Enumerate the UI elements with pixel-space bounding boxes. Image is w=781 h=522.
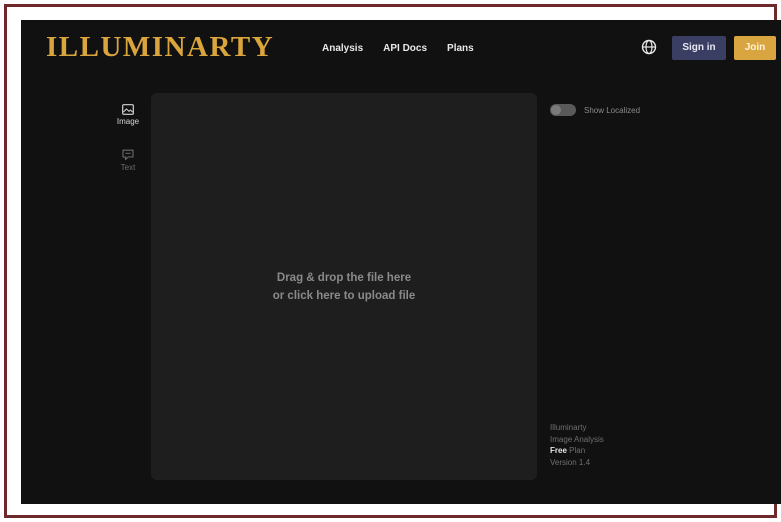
info-plan-name: Free — [550, 446, 567, 455]
app-window: ILLUMINARTY Analysis API Docs Plans Sign… — [21, 20, 781, 504]
join-button[interactable]: Join — [734, 36, 776, 60]
upload-dropzone[interactable]: Drag & drop the file here or click here … — [151, 93, 537, 480]
nav-api-docs[interactable]: API Docs — [383, 43, 427, 54]
app-info: Illuminarty Image Analysis Free Plan Ver… — [550, 422, 604, 468]
upload-line-1: Drag & drop the file here — [276, 272, 412, 284]
show-localized-toggle-row[interactable]: Show Localized — [550, 104, 640, 116]
upload-line-2: or click here to upload file — [272, 290, 416, 302]
show-localized-label: Show Localized — [584, 105, 641, 115]
tool-image[interactable]: Image — [108, 104, 148, 126]
nav-plans[interactable]: Plans — [447, 43, 474, 54]
text-bubble-icon — [122, 149, 134, 161]
show-localized-toggle[interactable] — [550, 104, 576, 116]
tool-image-label: Image — [116, 117, 140, 126]
image-icon — [122, 104, 134, 115]
info-version: Version 1.4 — [550, 457, 591, 467]
upload-message: Drag & drop the file here or click here … — [151, 269, 537, 305]
info-product: Image Analysis — [550, 434, 604, 444]
brand-logo[interactable]: ILLUMINARTY — [46, 31, 274, 64]
globe-icon[interactable] — [641, 39, 657, 55]
info-plan-suffix: Plan — [566, 446, 586, 455]
info-plan: Free Plan — [550, 445, 604, 457]
main-nav: Analysis API Docs Plans — [322, 43, 474, 54]
tool-text-label: Text — [120, 163, 136, 172]
tool-text[interactable]: Text — [108, 149, 148, 172]
nav-analysis[interactable]: Analysis — [322, 43, 363, 54]
toggle-knob — [551, 105, 561, 115]
sign-in-button[interactable]: Sign in — [672, 36, 726, 60]
info-app-name: Illuminarty — [550, 423, 587, 432]
